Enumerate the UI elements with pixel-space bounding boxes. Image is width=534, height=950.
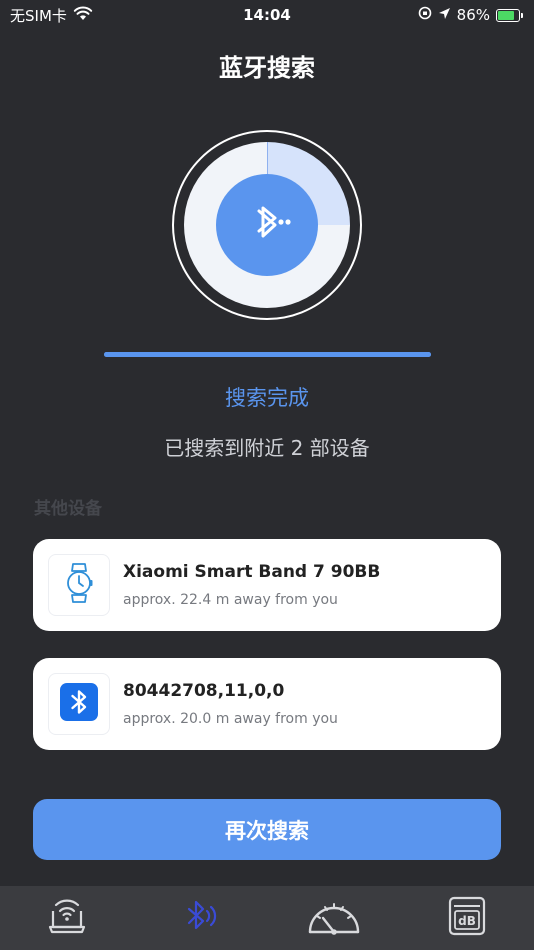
battery-percent: 86% — [456, 6, 490, 24]
scan-progress-fill — [104, 352, 431, 357]
battery-icon — [496, 8, 523, 22]
scan-summary-text: 已搜索到附近 2 部设备 — [164, 436, 370, 460]
device-card-unknown[interactable]: 80442708,11,0,0 approx. 20.0 m away from… — [33, 658, 501, 750]
device-info: Xiaomi Smart Band 7 90BB approx. 22.4 m … — [123, 562, 380, 608]
speedometer-icon — [305, 894, 363, 942]
device-card-xiaomi-band[interactable]: Xiaomi Smart Band 7 90BB approx. 22.4 m … — [33, 539, 501, 631]
device-icon-box — [48, 673, 110, 735]
tab-router[interactable] — [32, 890, 102, 946]
router-icon — [47, 897, 87, 939]
device-distance: approx. 20.0 m away from you — [123, 711, 338, 727]
tab-decibel[interactable]: dB — [432, 890, 502, 946]
scan-status-text: 搜索完成 — [225, 386, 309, 410]
decibel-icon: dB — [448, 896, 486, 940]
device-distance: approx. 22.4 m away from you — [123, 592, 338, 608]
svg-text:dB: dB — [458, 914, 476, 928]
screen: 无SIM卡 14:04 86% 蓝牙搜索 搜索完成 已搜索到附近 2 部设备 其… — [0, 0, 534, 950]
tab-bluetooth-scan[interactable] — [165, 890, 235, 946]
wifi-icon — [73, 6, 93, 25]
radar-core — [216, 174, 318, 276]
section-label-other-devices: 其他设备 — [34, 499, 102, 519]
device-info: 80442708,11,0,0 approx. 20.0 m away from… — [123, 681, 338, 727]
status-left: 无SIM卡 — [10, 5, 93, 26]
watch-icon — [64, 562, 94, 608]
search-again-button[interactable]: 再次搜索 — [33, 799, 501, 860]
orientation-lock-icon — [418, 6, 432, 24]
status-bar: 无SIM卡 14:04 86% — [0, 0, 534, 30]
tab-speedometer[interactable] — [299, 890, 369, 946]
device-name: 80442708,11,0,0 — [123, 681, 285, 701]
carrier-label: 无SIM卡 — [10, 6, 67, 25]
bluetooth-radar — [172, 130, 362, 320]
scan-progress-bar — [104, 352, 431, 357]
bluetooth-icon — [60, 683, 98, 725]
status-right: 86% — [418, 6, 523, 24]
bluetooth-scan-icon — [180, 896, 220, 940]
radar-sweep — [184, 142, 350, 308]
page-title: 蓝牙搜索 — [219, 54, 315, 82]
device-name: Xiaomi Smart Band 7 90BB — [123, 562, 381, 582]
location-arrow-icon — [438, 6, 451, 24]
tab-bar: dB — [0, 886, 534, 950]
device-icon-box — [48, 554, 110, 616]
bluetooth-search-icon — [237, 193, 297, 257]
